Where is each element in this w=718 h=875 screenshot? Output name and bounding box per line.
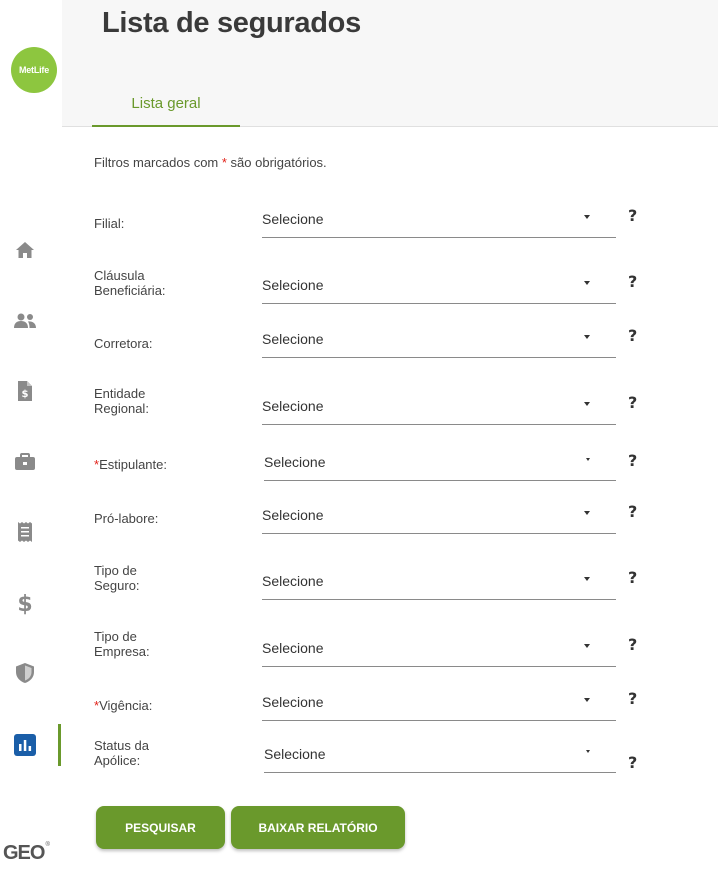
select-value: Selecione (262, 694, 324, 710)
dollar-icon: $ (18, 592, 32, 615)
vigencia-select[interactable]: Selecione (262, 685, 616, 721)
field-label: *Vigência: (94, 698, 152, 713)
field-label: Cláusula Beneficiária: (94, 268, 166, 298)
help-icon[interactable]: ? (628, 635, 637, 654)
help-icon[interactable]: ? (628, 393, 637, 412)
caret-down-icon (584, 215, 590, 219)
caret-down-icon (586, 750, 590, 753)
filial-select[interactable]: Selecione (262, 202, 616, 238)
help-icon[interactable]: ? (628, 206, 637, 225)
help-icon[interactable]: ? (628, 568, 637, 587)
users-icon (14, 313, 36, 328)
field-label: Tipo de Empresa: (94, 629, 150, 659)
tab-lista-geral[interactable]: Lista geral (92, 85, 240, 127)
sidebar-item-reports[interactable] (10, 731, 40, 759)
select-value: Selecione (262, 398, 324, 414)
tipo-de-seguro-select[interactable]: Selecione (262, 564, 616, 600)
caret-down-icon (584, 281, 590, 285)
select-value: Selecione (262, 640, 324, 656)
home-icon (16, 242, 34, 258)
help-icon[interactable]: ? (628, 451, 637, 470)
note-prefix: Filtros marcados com (94, 155, 222, 170)
field-label: Status da Apólice: (94, 738, 149, 768)
note-suffix: são obrigatórios. (226, 155, 327, 170)
caret-down-icon (584, 511, 590, 515)
sidebar: MetLife $ $ GEO® (0, 0, 62, 875)
select-value: Selecione (262, 507, 324, 523)
invoice-icon: $ (18, 381, 32, 401)
status-da-apolice-select[interactable]: Selecione (264, 737, 616, 773)
field-label: Corretora: (94, 336, 153, 351)
geo-logo-text: GEO (3, 842, 45, 864)
help-icon[interactable]: ? (628, 502, 637, 521)
corretora-select[interactable]: Selecione (262, 322, 616, 358)
search-button[interactable]: PESQUISAR (96, 806, 225, 849)
label-line-1: Tipo de (94, 563, 137, 578)
help-icon[interactable]: ? (628, 753, 637, 772)
label-line-2: Beneficiária: (94, 283, 166, 298)
geo-logo: GEO® (3, 842, 50, 864)
select-value: Selecione (262, 277, 324, 293)
tipo-de-empresa-select[interactable]: Selecione (262, 631, 616, 667)
page-title: Lista de segurados (102, 7, 361, 39)
label-line-1: Tipo de (94, 629, 137, 644)
select-value: Selecione (262, 573, 324, 589)
page-header: Lista de segurados Lista geral (62, 0, 718, 127)
label-line-2: Seguro: (94, 578, 140, 593)
label-line-2: Empresa: (94, 644, 150, 659)
select-value: Selecione (262, 211, 324, 227)
sidebar-item-invoices[interactable]: $ (10, 377, 40, 405)
field-label: Pró-labore: (94, 511, 159, 526)
active-indicator (58, 724, 61, 766)
help-icon[interactable]: ? (628, 689, 637, 708)
field-label: Entidade Regional: (94, 386, 149, 416)
label-line-1: Status da (94, 738, 149, 753)
svg-text:$: $ (22, 389, 29, 400)
label-text: Estipulante: (99, 457, 167, 472)
label-line-1: Entidade (94, 386, 146, 401)
label-line-1: Cláusula (94, 268, 145, 283)
field-label: *Estipulante: (94, 457, 167, 472)
caret-down-icon (584, 335, 590, 339)
field-label: Tipo de Seguro: (94, 563, 140, 593)
caret-down-icon (584, 402, 590, 406)
metlife-logo[interactable]: MetLife (11, 47, 57, 93)
select-value: Selecione (262, 331, 324, 347)
required-note: Filtros marcados com * são obrigatórios. (94, 155, 327, 170)
logo-text: MetLife (18, 65, 50, 75)
receipt-icon (18, 522, 32, 542)
sidebar-item-business[interactable] (10, 448, 40, 476)
pro-labore-select[interactable]: Selecione (262, 498, 616, 534)
sidebar-item-insurance[interactable] (10, 659, 40, 687)
help-icon[interactable]: ? (628, 272, 637, 291)
select-value: Selecione (264, 454, 326, 470)
sidebar-item-home[interactable] (10, 236, 40, 264)
clausula-beneficiaria-select[interactable]: Selecione (262, 268, 616, 304)
caret-down-icon (584, 644, 590, 648)
shield-icon (16, 663, 34, 683)
label-line-2: Regional: (94, 401, 149, 416)
entidade-regional-select[interactable]: Selecione (262, 389, 616, 425)
help-icon[interactable]: ? (628, 326, 637, 345)
sidebar-item-receipts[interactable] (10, 518, 40, 546)
svg-text:$: $ (18, 592, 32, 615)
download-report-button[interactable]: BAIXAR RELATÓRIO (231, 806, 405, 849)
sidebar-item-finance[interactable]: $ (10, 589, 40, 617)
chart-icon (14, 734, 36, 756)
caret-down-icon (586, 458, 590, 461)
main-content: Lista de segurados Lista geral Filtros m… (62, 0, 718, 875)
select-value: Selecione (264, 746, 326, 762)
briefcase-icon (15, 453, 35, 470)
sidebar-item-users[interactable] (10, 307, 40, 335)
caret-down-icon (584, 698, 590, 702)
caret-down-icon (584, 577, 590, 581)
estipulante-select[interactable]: Selecione (264, 445, 616, 481)
field-label: Filial: (94, 216, 125, 231)
label-line-2: Apólice: (94, 753, 141, 768)
label-text: Vigência: (99, 698, 153, 713)
